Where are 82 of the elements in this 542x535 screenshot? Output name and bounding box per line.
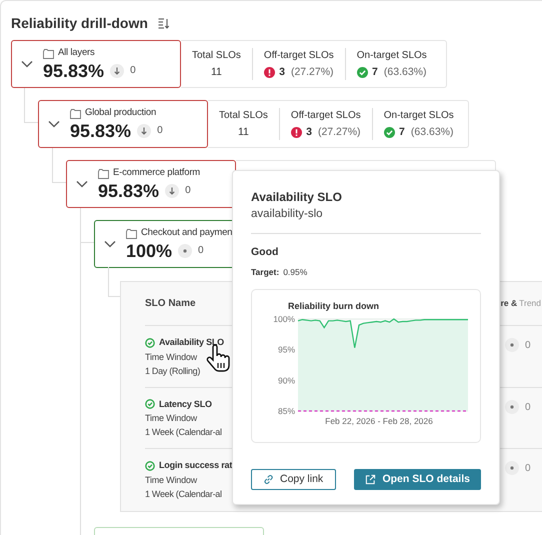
reliability-value: 95.83% [70, 120, 132, 142]
stat-value: 11 [211, 64, 222, 80]
popover-title: Availability SLO [251, 189, 343, 206]
layer-card[interactable]: All layers 95.83% 0 [11, 40, 181, 88]
slo-name[interactable]: Availability SLO [159, 336, 224, 350]
stat-label: Total SLOs [192, 48, 241, 63]
y-tick-label: 95% [278, 344, 295, 355]
check-circle-icon [145, 338, 155, 348]
target-label: Target: [251, 266, 280, 279]
layer-name: Global production [85, 106, 156, 120]
trend-value: 0 [525, 462, 531, 476]
folder-icon [43, 48, 54, 58]
reliability-value: 95.83% [43, 60, 104, 82]
time-window-label: Time Window [145, 474, 198, 487]
trend-value: 0 [157, 124, 163, 138]
stat-label: On-target SLOs [356, 48, 427, 63]
layer-name: Checkout and paymen [141, 226, 232, 240]
chart-date-range: Feb 22, 2026 - Feb 28, 2026 [324, 415, 434, 428]
layer-name: E-commerce platform [113, 166, 200, 180]
trend-value: 0 [130, 64, 136, 78]
layer-card[interactable]: E-commerce platform 95.83% 0 [66, 160, 236, 208]
alert-icon [291, 127, 302, 138]
time-window-value: 1 Day (Rolling) [145, 364, 202, 378]
stat-value: 3 [306, 124, 312, 140]
column-header: re & [500, 297, 518, 310]
link-icon [263, 474, 274, 485]
y-tick-label: 85% [278, 406, 295, 416]
page-title: Reliability drill-down [11, 14, 148, 33]
stat-value: 3 [279, 64, 285, 80]
layer-name: All layers [58, 46, 95, 60]
target-value: 0.95% [283, 266, 308, 279]
line-series [297, 318, 469, 349]
chevron-icon[interactable] [21, 60, 33, 68]
trend-value: 0 [525, 400, 531, 415]
stat-label: Off-target SLOs [264, 48, 334, 63]
time-window-label: Time Window [145, 350, 198, 364]
dot-icon [178, 244, 192, 258]
check-circle-icon [145, 461, 155, 472]
check-badge-icon [384, 127, 396, 138]
alert-icon [264, 67, 276, 78]
chart-title: Reliability burn down [287, 300, 380, 313]
check-circle-icon [145, 399, 155, 410]
stat-share: (27.27%) [290, 64, 334, 80]
layer-card[interactable]: Global production 95.83% 0 [38, 100, 208, 148]
y-tick-label: 100% [273, 315, 295, 324]
stat-label: Total SLOs [219, 108, 268, 123]
trend-value: 0 [185, 184, 191, 198]
folder-icon [98, 168, 109, 178]
stat-share: (27.27%) [318, 124, 361, 140]
column-header: SLO Name [145, 297, 196, 312]
dot-icon [505, 461, 519, 476]
open-details-button[interactable]: Open SLO details [354, 469, 481, 490]
reliability-value: 95.83% [98, 180, 160, 202]
dot-icon [505, 400, 519, 414]
external-link-icon [365, 474, 376, 485]
time-window-value: 1 Week (Calendar-al [145, 426, 222, 440]
time-window-value: 1 Week (Calendar-al [145, 488, 223, 501]
slo-name[interactable]: Latency SLO [159, 398, 212, 412]
trend-value: 0 [525, 339, 531, 354]
trend-value: 0 [198, 244, 204, 258]
folder-icon [70, 108, 81, 118]
stat-value: 11 [238, 124, 249, 140]
chevron-icon[interactable] [104, 240, 116, 248]
check-badge-icon [357, 67, 368, 78]
column-header: Trend [519, 297, 541, 310]
stat-label: Off-target SLOs [290, 108, 361, 123]
stat-label: On-target SLOs [384, 108, 454, 123]
stat-share: (63.63%) [384, 64, 426, 80]
reliability-value: 100% [126, 240, 172, 262]
dot-icon [505, 338, 519, 352]
copy-link-button[interactable]: Copy link [251, 469, 336, 490]
stat-value: 7 [399, 124, 405, 140]
folder-icon [126, 228, 137, 238]
stat-value: 7 [372, 64, 378, 80]
y-tick-label: 90% [278, 376, 295, 386]
time-window-label: Time Window [145, 412, 198, 426]
sort-icon[interactable] [158, 18, 170, 29]
popover-subtitle: availability-slo [251, 207, 324, 222]
chevron-icon[interactable] [76, 180, 88, 188]
chevron-icon[interactable] [48, 120, 60, 128]
slo-name[interactable]: Login success rat [159, 459, 232, 473]
stat-share: (63.63%) [410, 124, 454, 140]
